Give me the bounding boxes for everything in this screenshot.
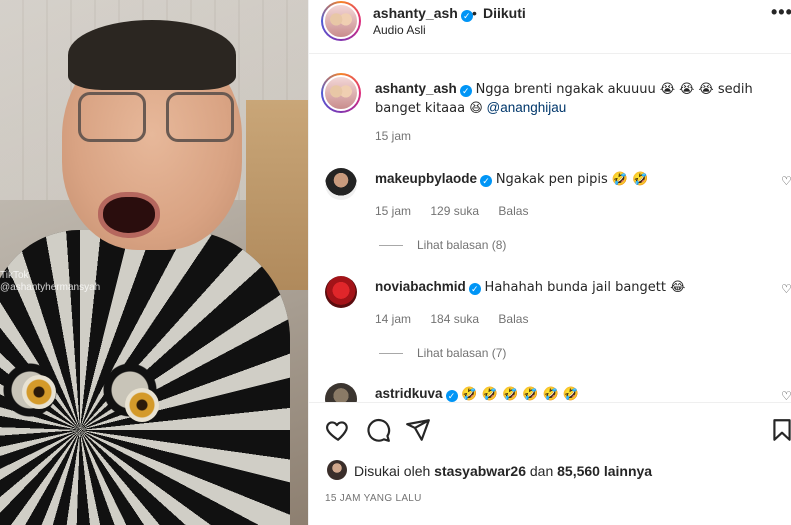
bookmark-icon[interactable] xyxy=(769,417,791,443)
comment-username[interactable]: astridkuva xyxy=(375,386,443,401)
likes-count[interactable]: 85,560 lainnya xyxy=(557,463,652,479)
shirt-owl-eye xyxy=(22,375,56,409)
caption-avatar[interactable] xyxy=(321,73,361,113)
comment-reply-button[interactable]: Balas xyxy=(498,312,528,326)
comment-like-icon[interactable]: ♡ xyxy=(781,174,791,188)
comment-username[interactable]: makeupbylaode xyxy=(375,171,477,186)
caption-meta: 15 jam xyxy=(375,129,427,143)
photo-hair xyxy=(68,20,236,90)
comment-avatar[interactable] xyxy=(325,383,357,402)
comments-list[interactable]: ashanty_ash ✓ Ngga brenti ngakak akuuuu 😭… xyxy=(309,55,791,402)
comment-likes[interactable]: 129 suka xyxy=(430,204,479,218)
comment-likes[interactable]: 184 suka xyxy=(430,312,479,326)
caption-time[interactable]: 15 jam xyxy=(375,129,411,143)
comment-text: noviabachmid ✓ Hahahah bunda jail bangett… xyxy=(375,278,785,297)
post-panel: ashanty_ash ✓ • Diikuti Audio Asli ••• as… xyxy=(308,0,791,525)
comment-like-icon[interactable]: ♡ xyxy=(781,282,791,296)
author-username-text[interactable]: ashanty_ash xyxy=(373,5,458,21)
verified-icon: ✓ xyxy=(468,283,481,295)
comment-body: 🤣 🤣 🤣 🤣 🤣 🤣 xyxy=(461,387,580,402)
post-actions: Disukai oleh stasyabwar26 dan 85,560 lai… xyxy=(309,402,791,525)
photo-glasses xyxy=(78,92,238,152)
more-icon[interactable]: ••• xyxy=(771,2,791,23)
audio-link[interactable]: Audio Asli xyxy=(373,23,426,37)
author-username[interactable]: ashanty_ash ✓ xyxy=(373,5,473,22)
following-button[interactable]: Diikuti xyxy=(483,5,526,21)
comment-username[interactable]: noviabachmid xyxy=(375,279,466,294)
reply-line xyxy=(379,353,403,355)
share-icon[interactable] xyxy=(405,417,431,443)
comment-reply-button[interactable]: Balas xyxy=(498,204,528,218)
view-replies-label[interactable]: Lihat balasan (7) xyxy=(417,346,506,360)
verified-icon: ✓ xyxy=(480,175,493,187)
photo-mouth xyxy=(98,192,160,238)
separator-dot: • xyxy=(472,5,477,21)
comment-time[interactable]: 15 jam xyxy=(375,204,411,218)
verified-icon: ✓ xyxy=(445,390,458,402)
comment-body: Hahahah bunda jail bangett 😂 xyxy=(484,280,686,295)
comment-icon[interactable] xyxy=(365,417,391,443)
reply-line xyxy=(379,245,403,247)
comment-avatar[interactable] xyxy=(325,276,357,308)
comment-text: makeupbylaode ✓ Ngakak pen pipis 🤣 🤣 xyxy=(375,170,785,189)
comment-avatar[interactable] xyxy=(325,168,357,200)
comment-text: astridkuva ✓ 🤣 🤣 🤣 🤣 🤣 🤣 xyxy=(375,385,785,402)
liked-by-user[interactable]: stasyabwar26 xyxy=(434,463,526,479)
caption-username[interactable]: ashanty_ash xyxy=(375,81,457,96)
author-avatar[interactable] xyxy=(321,1,361,41)
caption-text: ashanty_ash ✓ Ngga brenti ngakak akuuuu 😭… xyxy=(375,80,785,118)
view-replies[interactable]: Lihat balasan (8) xyxy=(379,238,506,252)
comment-meta: 14 jam 184 suka Balas xyxy=(375,312,544,326)
view-replies-label[interactable]: Lihat balasan (8) xyxy=(417,238,506,252)
liked-by-mid: dan xyxy=(529,463,554,479)
caption-mention[interactable]: @ananghijau xyxy=(487,100,567,115)
verified-icon: ✓ xyxy=(459,85,472,97)
comment-like-icon[interactable]: ♡ xyxy=(781,389,791,402)
post-time[interactable]: 15 JAM YANG LALU xyxy=(325,493,422,504)
comment-body: Ngakak pen pipis 🤣 🤣 xyxy=(495,172,649,187)
comment-time[interactable]: 14 jam xyxy=(375,312,411,326)
liker-avatar[interactable] xyxy=(327,460,347,480)
comment-meta: 15 jam 129 suka Balas xyxy=(375,204,544,218)
tiktok-watermark: TikTok @ashantyhermansyah xyxy=(0,270,101,293)
liked-by-prefix: Disukai oleh xyxy=(354,463,431,479)
shirt-owl-eye xyxy=(125,388,159,422)
view-replies[interactable]: Lihat balasan (7) xyxy=(379,346,506,360)
post-header: ashanty_ash ✓ • Diikuti Audio Asli ••• xyxy=(309,0,791,54)
likes-summary: Disukai oleh stasyabwar26 dan 85,560 lai… xyxy=(354,463,652,479)
heart-icon[interactable] xyxy=(325,417,351,443)
post-photo[interactable]: TikTok @ashantyhermansyah xyxy=(0,0,308,525)
